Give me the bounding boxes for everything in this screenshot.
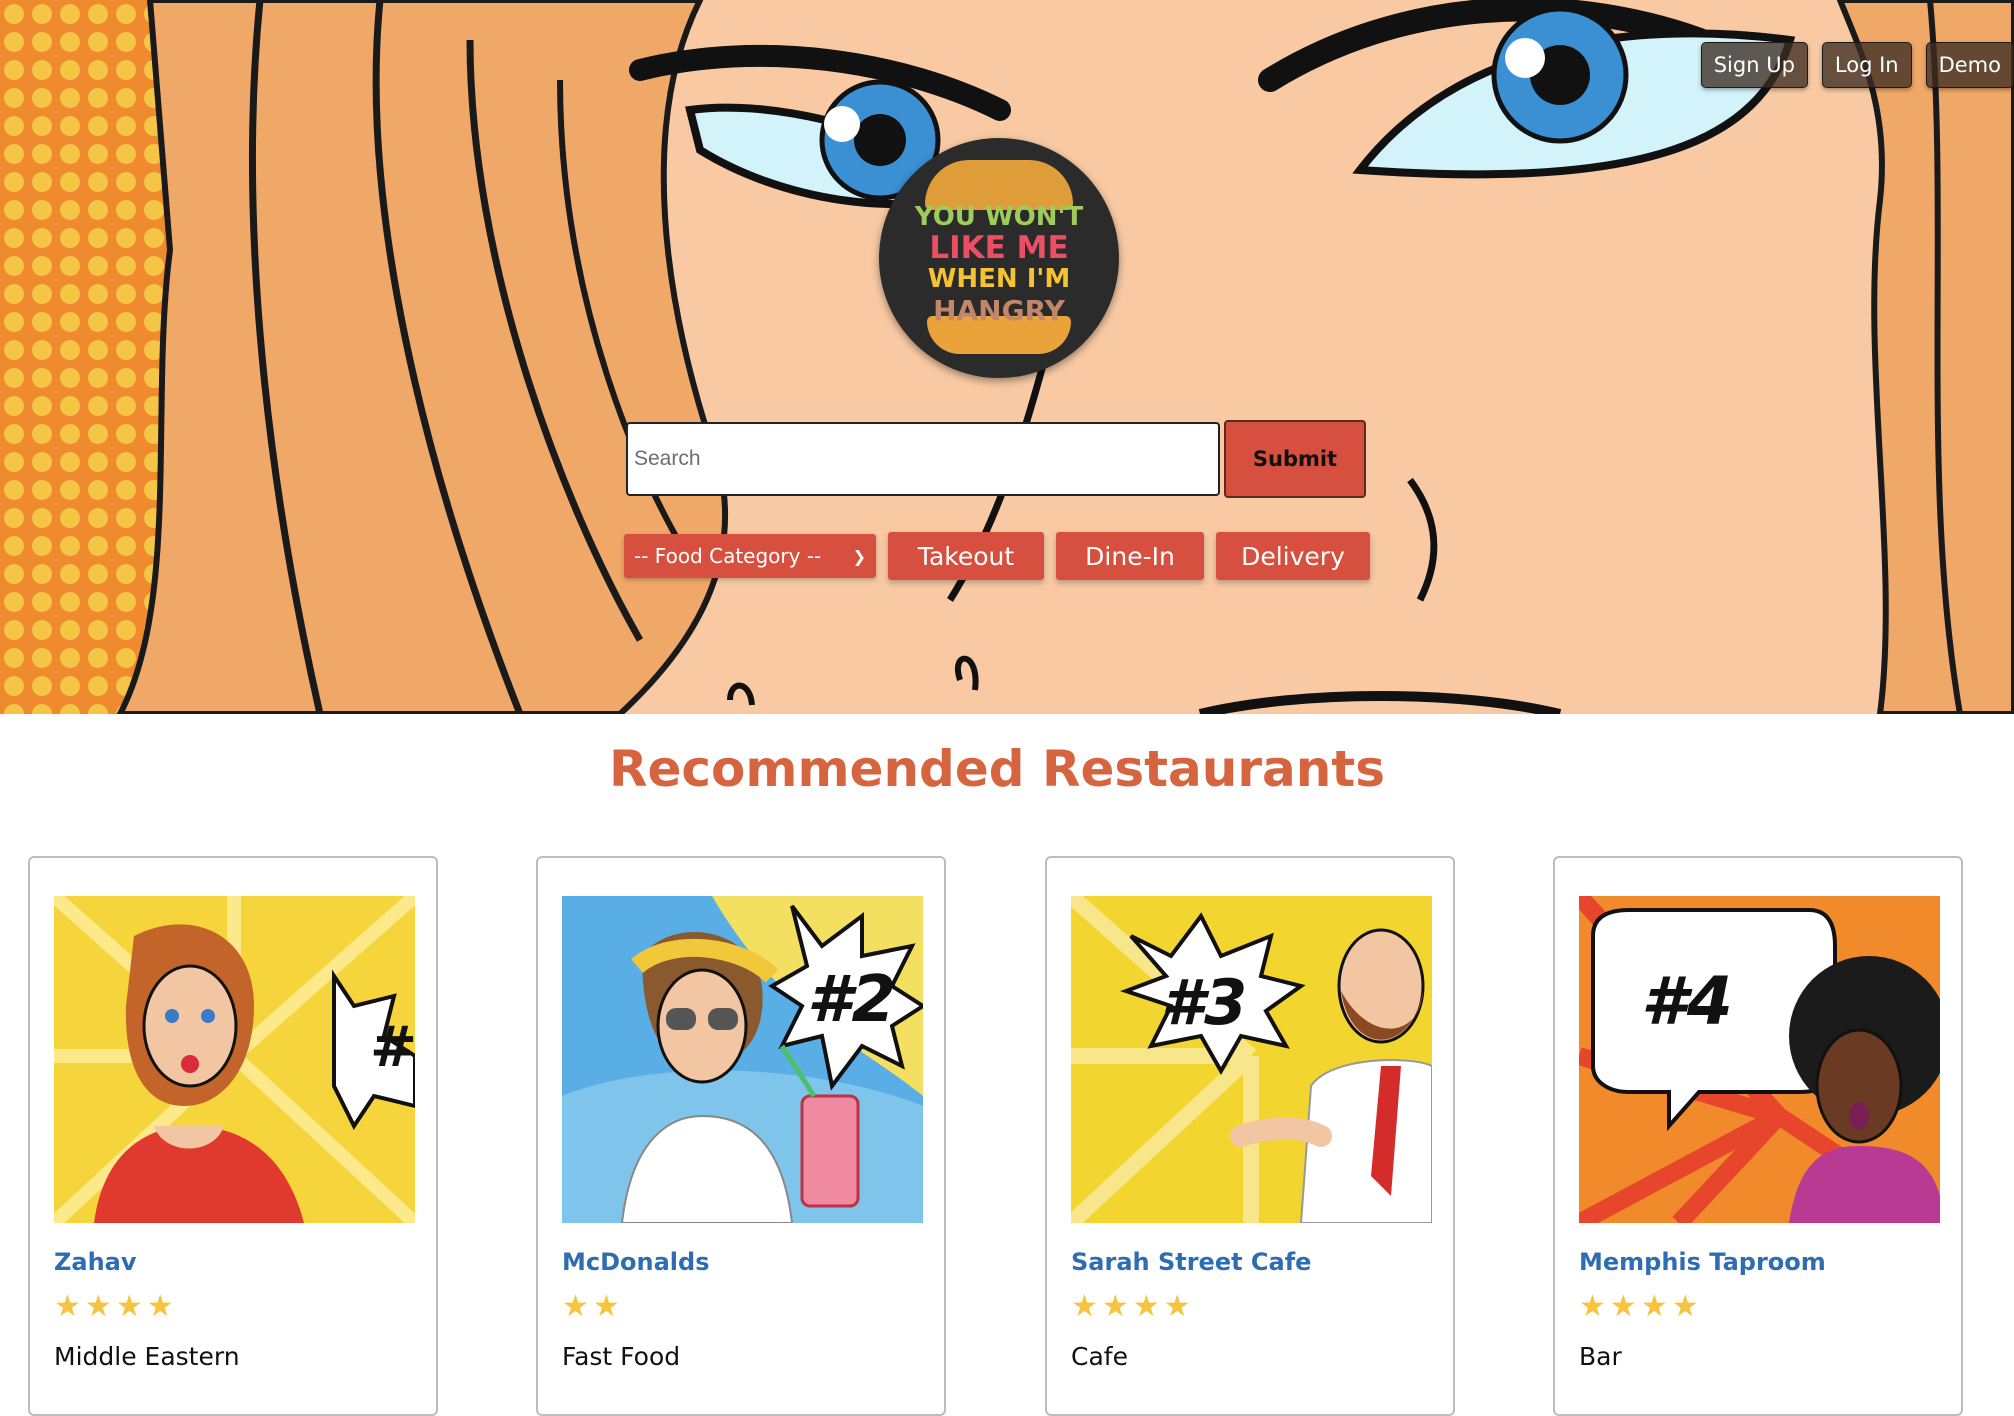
rating-stars: ★ ★ ★ ★: [1579, 1292, 1699, 1322]
recommended-title: Recommended Restaurants: [608, 740, 1386, 798]
delivery-button[interactable]: Delivery: [1216, 532, 1370, 580]
login-button[interactable]: Log In: [1821, 42, 1912, 88]
restaurant-category: Middle Eastern: [54, 1342, 240, 1371]
restaurant-name[interactable]: Memphis Taproom: [1579, 1248, 1826, 1276]
star-icon: ★: [1609, 1289, 1637, 1324]
demo-button[interactable]: Demo: [1925, 42, 2014, 88]
card-badge: #3: [1161, 966, 1247, 1039]
search-bar: Submit: [626, 420, 1366, 498]
restaurant-card[interactable]: #3 Sarah Street Cafe ★ ★ ★ ★ Cafe: [1045, 856, 1455, 1416]
chevron-down-icon: ❯: [852, 546, 866, 566]
hangry-logo[interactable]: YOU WON'T LIKE ME WHEN I'M HANGRY: [879, 138, 1119, 378]
restaurant-image[interactable]: #3: [1071, 896, 1432, 1223]
star-icon: ★: [1579, 1289, 1606, 1324]
star-icon: ★: [54, 1289, 81, 1324]
restaurant-image[interactable]: #2: [562, 896, 923, 1223]
star-icon: ★: [1671, 1289, 1699, 1324]
star-icon: ★: [562, 1289, 589, 1324]
logo-text-line4: HANGRY: [933, 294, 1065, 327]
star-icon: ★: [1163, 1289, 1191, 1324]
logo-text-line3: WHEN I'M: [927, 264, 1071, 294]
star-icon: ★: [1132, 1289, 1160, 1324]
rating-stars: ★ ★: [562, 1292, 620, 1322]
star-icon: ★: [1071, 1289, 1098, 1324]
food-category-select[interactable]: -- Food Category -- ❯: [624, 534, 876, 578]
signup-button[interactable]: Sign Up: [1700, 42, 1808, 88]
star-icon: ★: [592, 1289, 620, 1324]
restaurant-category: Fast Food: [562, 1342, 681, 1371]
restaurant-image[interactable]: #4: [1579, 896, 1940, 1223]
logo-text-line1: YOU WON'T: [914, 202, 1084, 232]
submit-button[interactable]: Submit: [1224, 420, 1366, 498]
logo-text-line2: LIKE ME: [929, 230, 1069, 266]
restaurant-name[interactable]: Sarah Street Cafe: [1071, 1248, 1311, 1276]
card-badge: #4: [1641, 963, 1733, 1040]
restaurant-card[interactable]: #2 McDonalds ★ ★ Fast Food: [536, 856, 946, 1416]
dinein-button[interactable]: Dine-In: [1056, 532, 1204, 580]
star-icon: ★: [146, 1289, 174, 1324]
restaurant-card[interactable]: #4 Memphis Taproom ★ ★ ★ ★ Bar: [1553, 856, 1963, 1416]
star-icon: ★: [1640, 1289, 1668, 1324]
star-icon: ★: [1101, 1289, 1129, 1324]
restaurant-category: Bar: [1579, 1342, 1622, 1371]
rating-stars: ★ ★ ★ ★: [54, 1292, 174, 1322]
top-nav: Sign Up Log In Demo: [1700, 42, 2014, 88]
rating-stars: ★ ★ ★ ★: [1071, 1292, 1191, 1322]
restaurant-image[interactable]: #: [54, 896, 415, 1223]
restaurant-category: Cafe: [1071, 1342, 1128, 1371]
star-icon: ★: [115, 1289, 143, 1324]
card-badge: #2: [807, 963, 896, 1037]
restaurant-name[interactable]: Zahav: [54, 1248, 137, 1276]
takeout-button[interactable]: Takeout: [888, 532, 1044, 580]
star-icon: ★: [84, 1289, 112, 1324]
filter-bar: -- Food Category -- ❯ Takeout Dine-In De…: [624, 532, 1370, 580]
card-badge: #: [370, 1015, 415, 1080]
search-input[interactable]: [626, 422, 1220, 496]
restaurant-card[interactable]: # Zahav ★ ★ ★ ★ Middle Eastern: [28, 856, 438, 1416]
hero-banner: Sign Up Log In Demo YOU WON'T LIKE ME WH…: [0, 0, 2014, 714]
restaurant-name[interactable]: McDonalds: [562, 1248, 710, 1276]
food-category-selected: -- Food Category --: [634, 544, 822, 568]
